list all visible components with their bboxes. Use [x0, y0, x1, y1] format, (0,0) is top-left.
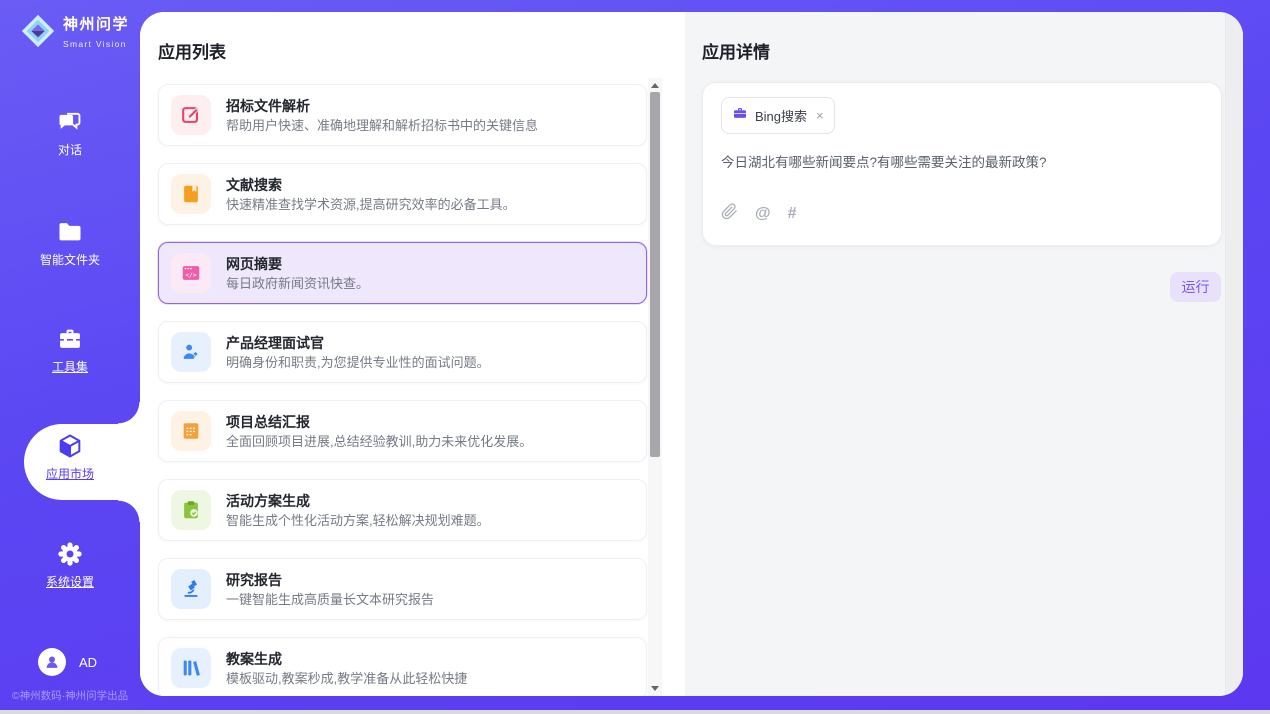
scroll-up-icon[interactable]	[651, 83, 659, 88]
sidebar-item-label: 系统设置	[46, 573, 94, 590]
app-desc: 明确身份和职责,为您提供专业性的面试问题。	[226, 353, 490, 372]
sidebar-item-settings[interactable]: 系统设置	[0, 540, 140, 591]
sidebar: 神州问学 Smart Vision 对话 智能文件夹	[0, 0, 140, 710]
list-item-project-summary[interactable]: 项目总结汇报 全面回顾项目进展,总结经验教训,助力未来优化发展。	[158, 400, 647, 462]
app-title: 活动方案生成	[226, 491, 490, 511]
app-desc: 智能生成个性化活动方案,轻松解决规划难题。	[226, 511, 490, 530]
app-title: 招标文件解析	[226, 96, 538, 116]
gear-icon	[56, 540, 84, 568]
folder-icon	[56, 218, 84, 246]
prompt-card: Bing搜索 × 今日湖北有哪些新闻要点?有哪些需要关注的最新政策? @ #	[702, 82, 1222, 246]
app-window: 神州问学 Smart Vision 对话 智能文件夹	[0, 0, 1270, 714]
list-item-bid-parsing[interactable]: 招标文件解析 帮助用户快速、准确地理解和解析招标书中的关键信息	[158, 84, 647, 146]
hash-icon[interactable]: #	[788, 205, 797, 223]
tool-tag-bing-search[interactable]: Bing搜索 ×	[721, 97, 835, 134]
prompt-toolbar: @ #	[721, 203, 797, 225]
sidebar-item-label: 智能文件夹	[40, 251, 100, 268]
at-icon[interactable]: @	[755, 205, 771, 223]
app-title: 网页摘要	[226, 254, 369, 274]
app-desc: 帮助用户快速、准确地理解和解析招标书中的关键信息	[226, 116, 538, 135]
user-account[interactable]: AD	[38, 648, 97, 676]
list-item-event-plan[interactable]: 活动方案生成 智能生成个性化活动方案,轻松解决规划难题。	[158, 479, 647, 541]
scroll-down-icon[interactable]	[651, 686, 659, 691]
browser-code-icon: </>	[171, 253, 211, 293]
app-list-title: 应用列表	[158, 38, 226, 63]
app-title: 研究报告	[226, 570, 434, 590]
sidebar-item-label: 应用市场	[46, 465, 94, 482]
memo-icon	[171, 411, 211, 451]
app-desc: 模板驱动,教案秒成,教学准备从此轻松快捷	[226, 669, 467, 688]
chat-icon	[56, 108, 84, 136]
cube-icon	[56, 432, 84, 460]
app-detail-panel: 应用详情 Bing搜索 × 今日湖北	[685, 12, 1243, 696]
paperclip-icon[interactable]	[721, 203, 738, 225]
app-desc: 一键智能生成高质量长文本研究报告	[226, 590, 434, 609]
interviewer-icon	[171, 332, 211, 372]
list-item-research-report[interactable]: 研究报告 一键智能生成高质量长文本研究报告	[158, 558, 647, 620]
microscope-icon	[171, 569, 211, 609]
book-icon	[171, 174, 211, 214]
clipboard-check-icon	[171, 490, 211, 530]
copyright-text: ©神州数码·神州问学出品	[0, 688, 140, 703]
app-title: 项目总结汇报	[226, 412, 532, 432]
list-item-pm-interviewer[interactable]: 产品经理面试官 明确身份和职责,为您提供专业性的面试问题。	[158, 321, 647, 383]
app-list: 招标文件解析 帮助用户快速、准确地理解和解析招标书中的关键信息 文献搜索 快速精…	[158, 84, 647, 696]
scrollbar-thumb[interactable]	[650, 92, 660, 457]
toolbox-icon	[56, 325, 84, 353]
app-desc: 全面回顾项目进展,总结经验教训,助力未来优化发展。	[226, 432, 532, 451]
sidebar-item-label: 工具集	[52, 358, 88, 375]
gem-diamond-icon	[19, 12, 57, 55]
svg-text:</>: </>	[185, 271, 197, 279]
user-name: AD	[79, 655, 97, 670]
run-button[interactable]: 运行	[1170, 272, 1221, 302]
app-detail-title: 应用详情	[702, 38, 770, 63]
brand-subtitle: Smart Vision	[63, 39, 127, 49]
sidebar-item-chat[interactable]: 对话	[0, 108, 140, 159]
books-icon	[171, 648, 211, 688]
sidebar-item-app-market[interactable]: 应用市场	[0, 432, 140, 483]
sidebar-item-toolset[interactable]: 工具集	[0, 325, 140, 376]
app-title: 文献搜索	[226, 175, 516, 195]
list-item-web-summary[interactable]: </> 网页摘要 每日政府新闻资讯快查。	[158, 242, 647, 304]
app-desc: 快速精准查找学术资源,提高研究效率的必备工具。	[226, 195, 516, 214]
sidebar-item-smart-folder[interactable]: 智能文件夹	[0, 218, 140, 269]
edit-square-icon	[171, 95, 211, 135]
app-title: 教案生成	[226, 649, 467, 669]
list-item-lesson-plan[interactable]: 教案生成 模板驱动,教案秒成,教学准备从此轻松快捷	[158, 637, 647, 696]
app-desc: 每日政府新闻资讯快查。	[226, 274, 369, 293]
content-container: 应用列表 招标文件解析 帮助用户快速、准确地理解和解析招标书中的关键信息	[140, 12, 1243, 696]
window-bottom-strip	[0, 710, 1270, 714]
briefcase-icon	[732, 105, 748, 126]
app-title: 产品经理面试官	[226, 333, 490, 353]
app-list-panel: 应用列表 招标文件解析 帮助用户快速、准确地理解和解析招标书中的关键信息	[140, 12, 685, 696]
list-item-literature-search[interactable]: 文献搜索 快速精准查找学术资源,提高研究效率的必备工具。	[158, 163, 647, 225]
sidebar-item-label: 对话	[58, 141, 82, 158]
close-icon[interactable]: ×	[816, 108, 824, 123]
brand-logo: 神州问学 Smart Vision	[19, 12, 129, 55]
prompt-text[interactable]: 今日湖北有哪些新闻要点?有哪些需要关注的最新政策?	[721, 151, 1203, 171]
detail-scrollbar-track[interactable]	[1225, 12, 1243, 696]
user-avatar-icon	[38, 648, 66, 676]
brand-name: 神州问学	[63, 16, 129, 33]
list-scrollbar[interactable]	[648, 78, 662, 696]
tag-label: Bing搜索	[755, 106, 807, 125]
